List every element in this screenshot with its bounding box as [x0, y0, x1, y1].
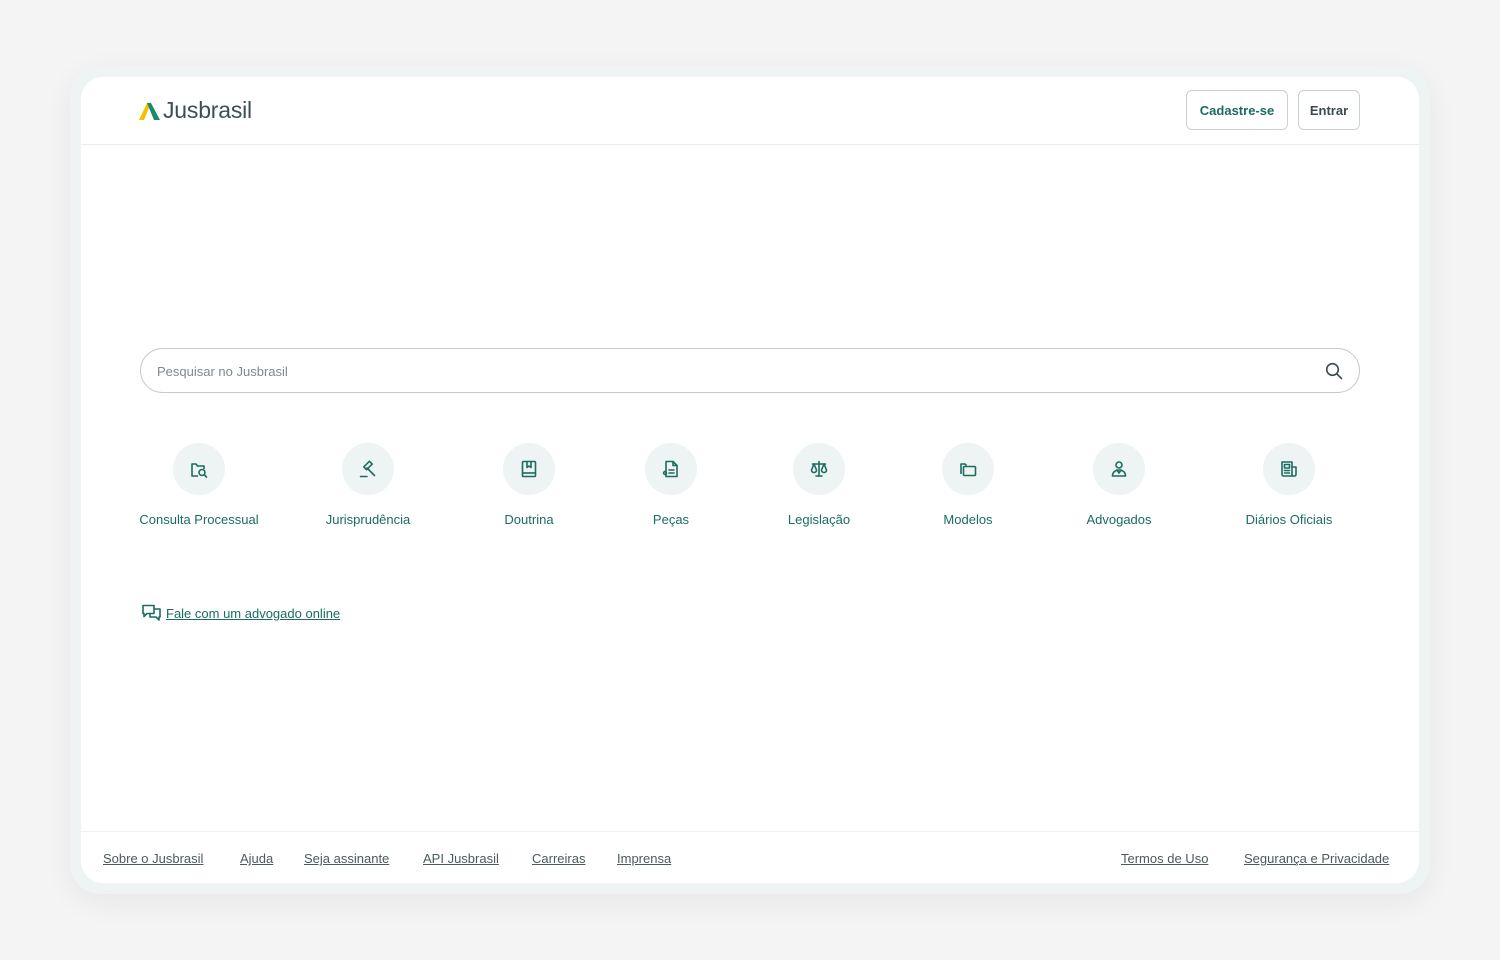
- category-label: Jurisprudência: [325, 512, 411, 527]
- browser-window: Jusbrasil Cadastre-se Entrar Consulta Pr…: [81, 77, 1419, 883]
- document-icon: [662, 460, 678, 478]
- category-pecas[interactable]: Peças: [596, 443, 746, 531]
- logo-text: Jusbrasil: [163, 97, 252, 123]
- scales-icon: [810, 460, 828, 477]
- login-button[interactable]: Entrar: [1298, 90, 1360, 130]
- search-input[interactable]: [155, 349, 1309, 394]
- top-header: Jusbrasil Cadastre-se Entrar: [81, 77, 1419, 145]
- folder-search-icon: [191, 463, 208, 478]
- footer-link-termos[interactable]: Termos de Uso: [1121, 851, 1208, 866]
- talk-to-lawyer-link-text[interactable]: Fale com um advogado online: [166, 606, 340, 621]
- jusbrasil-logo[interactable]: Jusbrasil: [139, 97, 252, 124]
- folders-icon: [960, 463, 977, 477]
- category-label: Modelos: [943, 512, 993, 527]
- search-icon[interactable]: [1325, 362, 1343, 380]
- footer-link-assinante[interactable]: Seja assinante: [304, 851, 389, 866]
- category-label: Diários Oficiais: [1245, 512, 1333, 527]
- footer-link-sobre[interactable]: Sobre o Jusbrasil: [103, 851, 203, 866]
- chat-bubbles-icon: [142, 604, 161, 621]
- footer-link-imprensa[interactable]: Imprensa: [617, 851, 671, 866]
- talk-to-lawyer-link[interactable]: Fale com um advogado online: [141, 603, 340, 624]
- category-doutrina[interactable]: Doutrina: [454, 443, 604, 531]
- category-consulta-processual[interactable]: Consulta Processual: [124, 443, 274, 531]
- gavel-icon: [359, 460, 376, 478]
- category-label: Consulta Processual: [139, 512, 259, 527]
- footer-link-ajuda[interactable]: Ajuda: [240, 851, 273, 866]
- category-label: Advogados: [1086, 512, 1152, 527]
- lawyer-icon: [1111, 461, 1127, 477]
- category-legislacao[interactable]: Legislação: [744, 443, 894, 531]
- category-label: Doutrina: [504, 512, 554, 527]
- category-jurisprudencia[interactable]: Jurisprudência: [293, 443, 443, 531]
- category-modelos[interactable]: Modelos: [893, 443, 1043, 531]
- newspaper-icon: [1281, 461, 1297, 477]
- category-label: Peças: [652, 512, 690, 527]
- book-icon: [521, 460, 537, 478]
- logo-mark-icon: [139, 102, 160, 120]
- footer-link-seguranca[interactable]: Segurança e Privacidade: [1244, 851, 1389, 866]
- category-diarios-oficiais[interactable]: Diários Oficiais: [1214, 443, 1364, 531]
- signup-button[interactable]: Cadastre-se: [1186, 90, 1288, 130]
- footer-link-carreiras[interactable]: Carreiras: [532, 851, 585, 866]
- category-advogados[interactable]: Advogados: [1044, 443, 1194, 531]
- search-bar: [140, 348, 1360, 394]
- category-label: Legislação: [787, 512, 851, 527]
- footer: Sobre o Jusbrasil Ajuda Seja assinante A…: [81, 831, 1419, 883]
- footer-link-api[interactable]: API Jusbrasil: [423, 851, 499, 866]
